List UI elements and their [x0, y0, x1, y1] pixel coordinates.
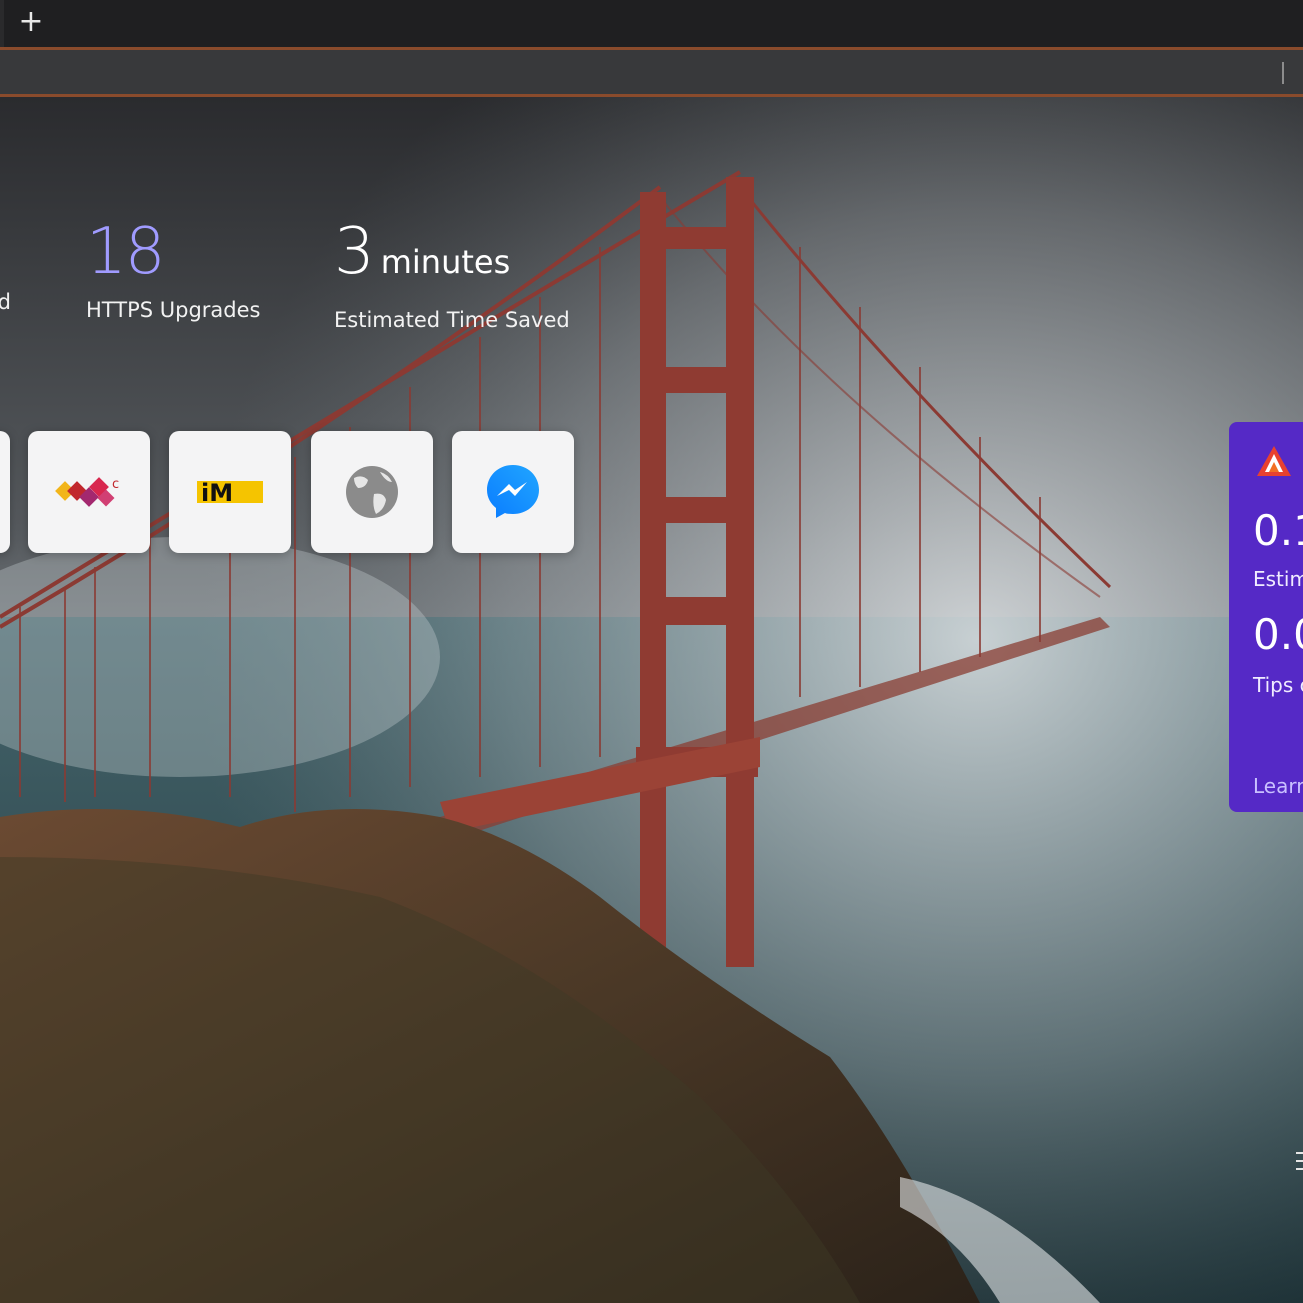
time-saved-stat: 3 minutes Estimated Time Saved — [334, 220, 570, 332]
wc-colorful-logo-icon: c — [55, 477, 119, 507]
tab-strip: + — [0, 0, 1303, 47]
stat-label-cut: d — [0, 290, 11, 314]
https-upgrades-value: 18 — [86, 215, 165, 289]
messenger-icon — [487, 465, 539, 518]
svg-text:iM: iM — [201, 479, 233, 507]
tab-edge — [0, 0, 4, 47]
im-logo-icon: iM — [197, 479, 263, 507]
rewards-tips-label: Tips c — [1253, 673, 1303, 697]
svg-text:c: c — [112, 477, 119, 492]
bat-triangle-icon — [1257, 446, 1291, 476]
top-site-tile-im[interactable]: iM — [169, 431, 291, 553]
new-tab-button[interactable]: + — [16, 6, 46, 38]
time-saved-label: Estimated Time Saved — [334, 308, 570, 332]
top-site-tile-globe[interactable] — [311, 431, 433, 553]
rewards-tips: 0.0 — [1253, 610, 1303, 659]
time-saved-number: 3 minutes — [334, 215, 511, 289]
top-site-tile-partial[interactable] — [0, 431, 10, 553]
top-site-tile-wc[interactable]: c — [28, 431, 150, 553]
rewards-learn-link[interactable]: Learn — [1253, 774, 1303, 798]
toolbar — [0, 50, 1303, 94]
toolbar-separator — [1282, 62, 1284, 84]
rewards-balance: 0.1 — [1253, 506, 1303, 555]
time-saved-unit: minutes — [380, 243, 511, 281]
address-bar[interactable] — [0, 56, 1285, 88]
globe-icon — [346, 466, 398, 518]
browser-window: + d 18 HTTPS Upgrades 3 minutes Estimate… — [0, 0, 1303, 1303]
rewards-widget[interactable]: 0.1 Estim 0.0 Tips c Learn — [1229, 422, 1303, 812]
top-site-tile-messenger[interactable] — [452, 431, 574, 553]
https-upgrades-stat: 18 HTTPS Upgrades — [86, 220, 260, 322]
https-upgrades-label: HTTPS Upgrades — [86, 298, 261, 322]
rewards-balance-label: Estim — [1253, 567, 1303, 591]
menu-icon[interactable] — [1292, 1150, 1303, 1174]
